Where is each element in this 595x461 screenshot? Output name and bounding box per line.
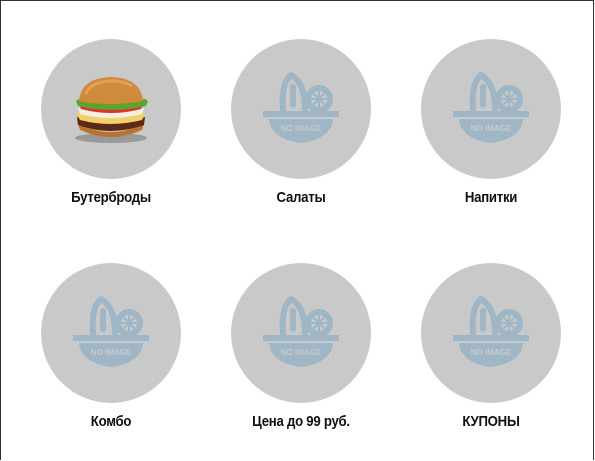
category-image: NO IMAGE — [41, 263, 181, 403]
no-image-placeholder-icon: NO IMAGE — [73, 296, 149, 367]
no-image-placeholder-icon: NO IMAGE — [263, 72, 339, 143]
svg-text:NO IMAGE: NO IMAGE — [471, 124, 512, 133]
no-image-placeholder-icon: NO IMAGE — [453, 296, 529, 367]
category-image: NO IMAGE — [421, 39, 561, 179]
category-label: Салаты — [276, 189, 326, 206]
svg-text:NO IMAGE: NO IMAGE — [281, 124, 322, 133]
category-tile-combo[interactable]: NO IMAGE Комбо — [21, 263, 201, 443]
svg-text:NO IMAGE: NO IMAGE — [471, 348, 512, 357]
category-image: NO IMAGE — [231, 39, 371, 179]
category-label: Бутерброды — [71, 189, 151, 206]
category-label: Цена до 99 руб. — [252, 413, 350, 430]
burger-image — [75, 77, 148, 143]
category-tile-under-99[interactable]: NO IMAGE Цена до 99 руб. — [211, 263, 391, 443]
category-tile-coupons[interactable]: NO IMAGE КУПОНЫ — [401, 263, 581, 443]
category-image — [41, 39, 181, 179]
category-label: Комбо — [90, 413, 132, 430]
category-image: NO IMAGE — [421, 263, 561, 403]
no-image-placeholder-icon: NO IMAGE — [453, 72, 529, 143]
category-tile-sandwiches[interactable]: Бутерброды — [21, 39, 201, 219]
category-grid: Бутерброды NO IMAGE Салаты NO IMAGE Напи… — [0, 0, 594, 460]
category-tile-drinks[interactable]: NO IMAGE Напитки — [401, 39, 581, 219]
svg-text:NO IMAGE: NO IMAGE — [91, 348, 132, 357]
category-image: NO IMAGE — [231, 263, 371, 403]
category-label: КУПОНЫ — [462, 413, 520, 430]
svg-text:NO IMAGE: NO IMAGE — [281, 348, 322, 357]
no-image-placeholder-icon: NO IMAGE — [263, 296, 339, 367]
category-tile-salads[interactable]: NO IMAGE Салаты — [211, 39, 391, 219]
category-label: Напитки — [464, 189, 518, 206]
